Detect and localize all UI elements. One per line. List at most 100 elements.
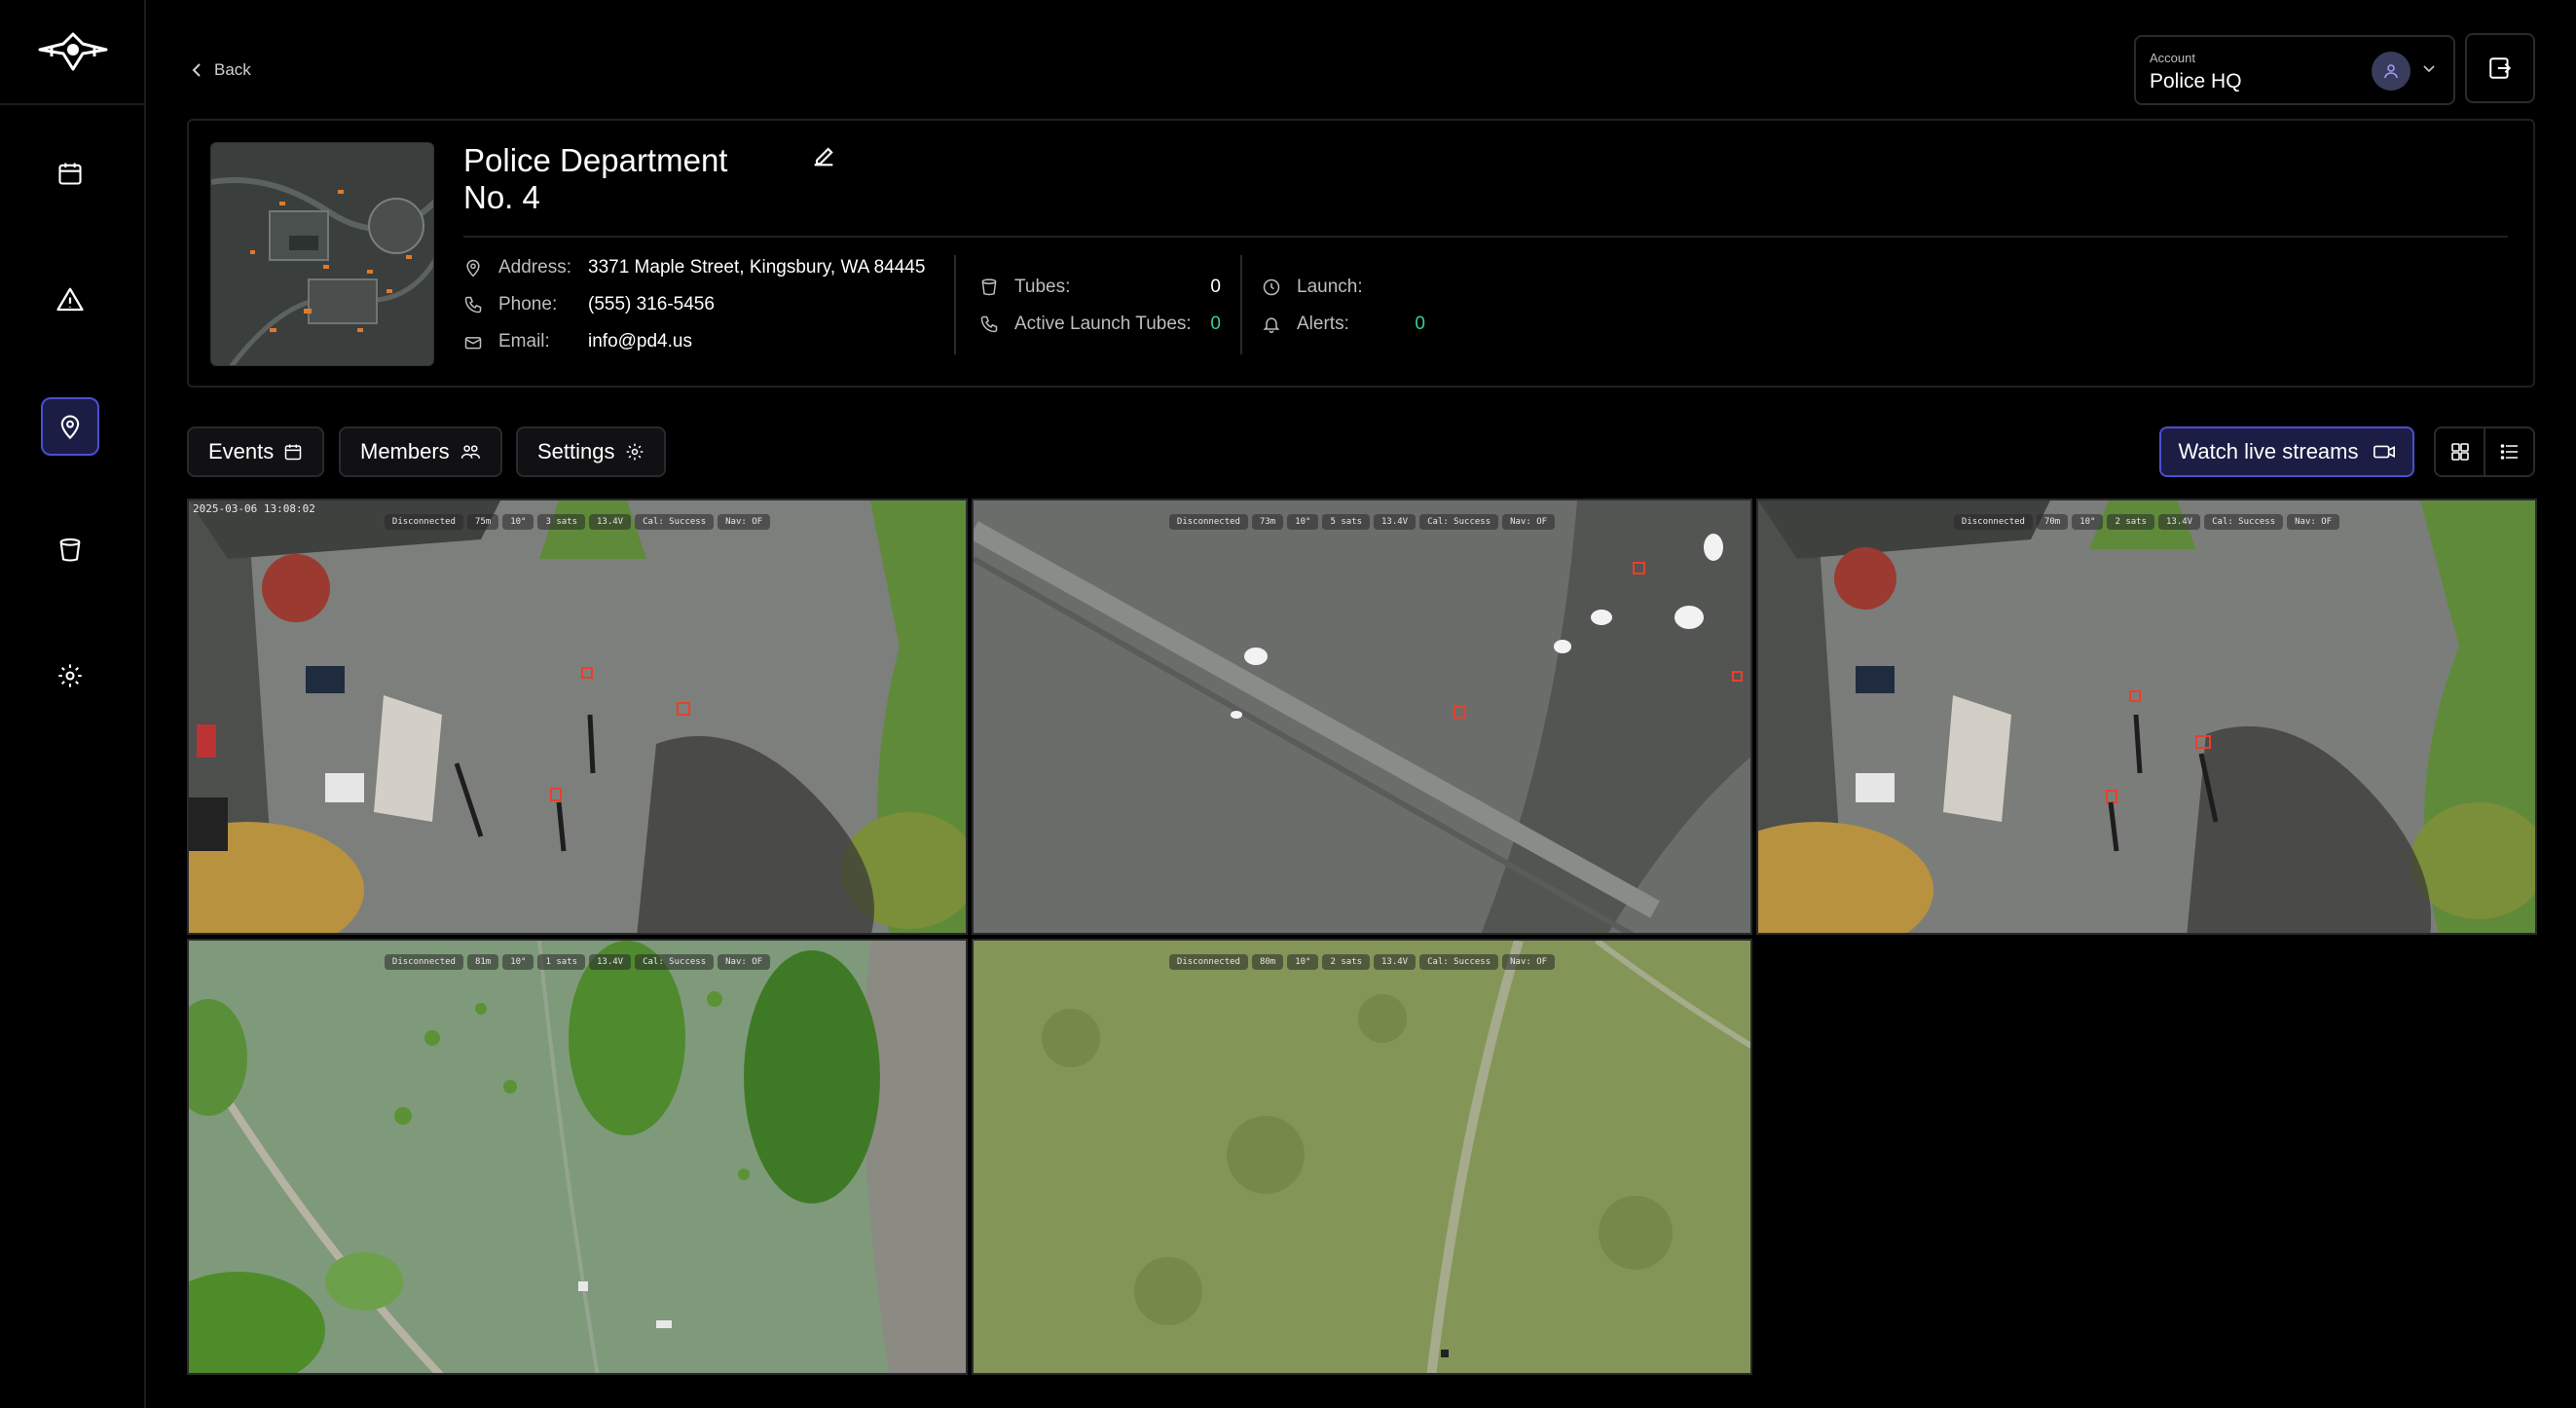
video-feed-1[interactable]: 2025-03-06 13:08:02 Disconnected 75m 10°…: [187, 499, 968, 935]
list-view-button[interactable]: [2485, 428, 2533, 475]
hud-angle: 10°: [1287, 954, 1319, 970]
sidebar: [0, 0, 146, 1408]
address-value: 3371 Maple Street, Kingsbury, WA 84445: [588, 257, 926, 278]
hud-connection: Disconnected: [1168, 514, 1248, 530]
launch-row: Launch:: [1262, 277, 1425, 298]
video-feed-5[interactable]: Disconnected 80m 10° 2 sats 13.4V Cal: S…: [972, 939, 1752, 1375]
settings-label: Settings: [537, 439, 615, 463]
alerts-value: 0: [1415, 314, 1425, 334]
location-pin-icon: [60, 415, 80, 440]
feed-image: [974, 500, 1750, 933]
calendar-icon: [58, 163, 82, 185]
video-feed-3[interactable]: Disconnected 70m 10° 2 sats 13.4V Cal: S…: [1756, 499, 2537, 935]
phone-value: (555) 316-5456: [588, 294, 715, 315]
email-row: Email: info@pd4.us: [463, 331, 692, 352]
phone-label: Phone:: [498, 294, 558, 315]
nav-events[interactable]: [41, 144, 99, 203]
watch-live-streams-button[interactable]: Watch live streams: [2159, 426, 2414, 477]
feed-image: [189, 500, 966, 933]
hud-calibration: Cal: Success: [635, 954, 715, 970]
divider: [954, 255, 956, 354]
hud-sats: 1 sats: [537, 954, 585, 970]
alerts-row: Alerts: 0: [1262, 314, 1425, 335]
clock-icon: [1263, 278, 1280, 296]
hud-nav: Nav: OF: [718, 954, 771, 970]
nav-settings[interactable]: [41, 647, 99, 705]
hud-altitude: 73m: [1251, 514, 1284, 530]
telemetry-hud: Disconnected 75m 10° 3 sats 13.4V Cal: S…: [189, 514, 966, 530]
avatar: [2372, 52, 2410, 91]
hud-voltage: 13.4V: [1374, 514, 1417, 530]
phone-icon: [464, 296, 482, 314]
map-pin-icon: [466, 259, 480, 278]
logout-icon: [2489, 57, 2512, 79]
email-value[interactable]: info@pd4.us: [588, 331, 692, 352]
tubes-label: Tubes:: [1014, 277, 1071, 297]
grid-view-button[interactable]: [2436, 428, 2485, 475]
hud-connection: Disconnected: [1168, 954, 1248, 970]
alerts-label: Alerts:: [1297, 314, 1349, 334]
chevron-left-icon: [192, 63, 201, 77]
back-link[interactable]: Back: [191, 58, 251, 82]
active-tubes-label: Active Launch Tubes:: [1014, 314, 1192, 334]
address-row: Address: 3371 Maple Street, Kingsbury, W…: [463, 257, 925, 278]
nav-tubes[interactable]: [41, 521, 99, 579]
nav-sites[interactable]: [41, 397, 99, 456]
logout-button[interactable]: [2465, 33, 2535, 103]
tubes-row: Tubes: 0: [979, 277, 1221, 298]
nav-alerts[interactable]: [41, 271, 99, 329]
bell-icon: [1263, 317, 1280, 334]
alert-icon: [56, 287, 84, 312]
divider: [1240, 255, 1242, 354]
hud-connection: Disconnected: [1953, 514, 2033, 530]
feed-image: [1758, 500, 2535, 933]
site-info-card: Police Department No. 4 Address: 3371 Ma…: [187, 119, 2535, 388]
tubes-value: 0: [1210, 277, 1221, 297]
tube-icon: [981, 278, 997, 296]
hud-voltage: 13.4V: [589, 954, 632, 970]
telemetry-hud: Disconnected 70m 10° 2 sats 13.4V Cal: S…: [1758, 514, 2535, 530]
video-feed-4[interactable]: Disconnected 81m 10° 1 sats 13.4V Cal: S…: [187, 939, 968, 1375]
hud-voltage: 13.4V: [589, 514, 632, 530]
hud-connection: Disconnected: [384, 954, 463, 970]
chevron-down-icon: [2423, 65, 2435, 73]
members-button[interactable]: Members: [339, 426, 502, 477]
account-value: Police HQ: [2150, 70, 2242, 93]
phone-row: Phone: (555) 316-5456: [463, 294, 715, 315]
feed-image: [189, 941, 966, 1373]
settings-button[interactable]: Settings: [516, 426, 666, 477]
hud-nav: Nav: OF: [718, 514, 771, 530]
hud-calibration: Cal: Success: [1419, 954, 1499, 970]
telemetry-hud: Disconnected 73m 10° 5 sats 13.4V Cal: S…: [974, 514, 1750, 530]
account-selector[interactable]: Account Police HQ: [2134, 35, 2455, 105]
hud-angle: 10°: [502, 514, 534, 530]
divider: [463, 236, 2508, 238]
phone-icon: [980, 315, 998, 333]
hud-nav: Nav: OF: [2287, 514, 2340, 530]
hud-voltage: 13.4V: [2158, 514, 2201, 530]
gear-icon: [58, 664, 82, 687]
site-title: Police Department No. 4: [463, 142, 728, 215]
video-feed-2[interactable]: Disconnected 73m 10° 5 sats 13.4V Cal: S…: [972, 499, 1752, 935]
drone-logo-icon: [38, 32, 108, 71]
hud-altitude: 80m: [1251, 954, 1284, 970]
video-camera-icon: [2373, 445, 2395, 459]
edit-button[interactable]: [810, 142, 837, 169]
hud-angle: 10°: [2072, 514, 2104, 530]
feed-image: [974, 941, 1750, 1373]
watch-label: Watch live streams: [2178, 439, 2359, 463]
telemetry-hud: Disconnected 81m 10° 1 sats 13.4V Cal: S…: [189, 954, 966, 970]
hud-voltage: 13.4V: [1374, 954, 1417, 970]
back-label: Back: [214, 60, 251, 79]
hud-altitude: 75m: [466, 514, 499, 530]
hud-sats: 2 sats: [1322, 954, 1370, 970]
launch-label: Launch:: [1297, 277, 1363, 297]
users-icon: [460, 445, 480, 459]
view-toggle: [2434, 426, 2535, 477]
hud-nav: Nav: OF: [1502, 514, 1556, 530]
list-icon: [2500, 444, 2518, 460]
hud-nav: Nav: OF: [1502, 954, 1556, 970]
logo[interactable]: [0, 0, 146, 105]
events-button[interactable]: Events: [187, 426, 325, 477]
mail-icon: [464, 337, 482, 350]
